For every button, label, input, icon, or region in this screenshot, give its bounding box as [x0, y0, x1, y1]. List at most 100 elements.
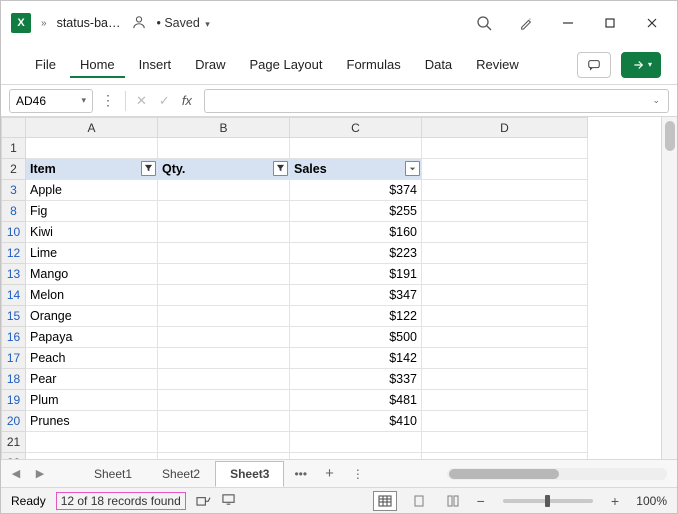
row-header-20[interactable]: 20 [2, 411, 26, 432]
maximize-button[interactable] [589, 8, 631, 38]
page-layout-view-button[interactable] [407, 491, 431, 511]
normal-view-button[interactable] [373, 491, 397, 511]
column-header-B[interactable]: B [158, 118, 290, 138]
vertical-scrollbar[interactable] [661, 117, 677, 459]
cell-C19[interactable]: $481 [290, 390, 422, 411]
ribbon-tab-home[interactable]: Home [70, 51, 125, 78]
row-header-15[interactable]: 15 [2, 306, 26, 327]
tab-nav-prev[interactable]: ◀ [5, 467, 27, 480]
person-icon[interactable] [132, 15, 146, 32]
cell-D17[interactable] [422, 348, 588, 369]
filename[interactable]: status-ba… [57, 16, 121, 30]
cell-B22[interactable] [158, 453, 290, 460]
cell-D16[interactable] [422, 327, 588, 348]
cell-C10[interactable]: $160 [290, 222, 422, 243]
cell-A1[interactable] [26, 138, 158, 159]
row-header-10[interactable]: 10 [2, 222, 26, 243]
zoom-in-button[interactable]: + [609, 493, 621, 509]
cell-D12[interactable] [422, 243, 588, 264]
formula-input[interactable]: ⌄ [204, 89, 669, 113]
cell-C12[interactable]: $223 [290, 243, 422, 264]
row-header-2[interactable]: 2 [2, 159, 26, 180]
share-button[interactable]: ▾ [621, 52, 661, 78]
ribbon-tab-page-layout[interactable]: Page Layout [240, 51, 333, 78]
tabs-menu[interactable]: ⋮ [344, 467, 372, 481]
select-all-corner[interactable] [2, 118, 26, 138]
search-icon[interactable] [463, 8, 505, 38]
comments-button[interactable] [577, 52, 611, 78]
ribbon-tab-draw[interactable]: Draw [185, 51, 235, 78]
cell-A19[interactable]: Plum [26, 390, 158, 411]
cell-A15[interactable]: Orange [26, 306, 158, 327]
cell-C8[interactable]: $255 [290, 201, 422, 222]
row-header-19[interactable]: 19 [2, 390, 26, 411]
row-header-18[interactable]: 18 [2, 369, 26, 390]
cell-A3[interactable]: Apple [26, 180, 158, 201]
cell-A20[interactable]: Prunes [26, 411, 158, 432]
cell-B15[interactable] [158, 306, 290, 327]
cell-A22[interactable] [26, 453, 158, 460]
vertical-scrollbar-thumb[interactable] [665, 121, 675, 151]
cell-D13[interactable] [422, 264, 588, 285]
cell-B14[interactable] [158, 285, 290, 306]
cell-C18[interactable]: $337 [290, 369, 422, 390]
cell-D1[interactable] [422, 138, 588, 159]
fx-label[interactable]: fx [178, 93, 196, 108]
cell-C20[interactable]: $410 [290, 411, 422, 432]
row-header-8[interactable]: 8 [2, 201, 26, 222]
display-settings-icon[interactable] [221, 493, 236, 509]
cell-B18[interactable] [158, 369, 290, 390]
save-status[interactable]: • Saved ▾ [156, 16, 209, 30]
close-button[interactable] [631, 8, 673, 38]
row-header-14[interactable]: 14 [2, 285, 26, 306]
ribbon-tab-data[interactable]: Data [415, 51, 462, 78]
row-header-3[interactable]: 3 [2, 180, 26, 201]
cell-D3[interactable] [422, 180, 588, 201]
cell-D22[interactable] [422, 453, 588, 460]
tabs-more-button[interactable]: ••• [286, 467, 315, 481]
row-header-12[interactable]: 12 [2, 243, 26, 264]
cell-C17[interactable]: $142 [290, 348, 422, 369]
tab-nav-next[interactable]: ▶ [29, 467, 51, 480]
cell-A21[interactable] [26, 432, 158, 453]
row-header-17[interactable]: 17 [2, 348, 26, 369]
horizontal-scrollbar[interactable] [447, 468, 667, 480]
ribbon-tab-insert[interactable]: Insert [129, 51, 182, 78]
cell-C16[interactable]: $500 [290, 327, 422, 348]
ribbon-tab-file[interactable]: File [25, 51, 66, 78]
cell-A8[interactable]: Fig [26, 201, 158, 222]
cell-A13[interactable]: Mango [26, 264, 158, 285]
zoom-percent[interactable]: 100% [631, 494, 667, 508]
cell-B3[interactable] [158, 180, 290, 201]
cell-B17[interactable] [158, 348, 290, 369]
cell-A16[interactable]: Papaya [26, 327, 158, 348]
cell-D18[interactable] [422, 369, 588, 390]
cell-C3[interactable]: $374 [290, 180, 422, 201]
cell-D20[interactable] [422, 411, 588, 432]
cell-C21[interactable] [290, 432, 422, 453]
row-header-13[interactable]: 13 [2, 264, 26, 285]
cell-B12[interactable] [158, 243, 290, 264]
new-sheet-button[interactable]: + [317, 465, 342, 482]
sheet-tab-sheet2[interactable]: Sheet2 [147, 461, 215, 487]
cell-B20[interactable] [158, 411, 290, 432]
column-header-D[interactable]: D [422, 118, 588, 138]
filter-button-sales[interactable] [405, 161, 420, 176]
cell-C22[interactable] [290, 453, 422, 460]
ribbon-tab-review[interactable]: Review [466, 51, 529, 78]
column-header-A[interactable]: A [26, 118, 158, 138]
table-header-qty[interactable]: Qty. [158, 159, 290, 180]
zoom-slider[interactable] [503, 499, 593, 503]
cell-A17[interactable]: Peach [26, 348, 158, 369]
sheet-tab-sheet1[interactable]: Sheet1 [79, 461, 147, 487]
cell-A18[interactable]: Pear [26, 369, 158, 390]
zoom-out-button[interactable]: − [475, 493, 487, 509]
cell-B13[interactable] [158, 264, 290, 285]
cell-C1[interactable] [290, 138, 422, 159]
column-header-C[interactable]: C [290, 118, 422, 138]
page-break-view-button[interactable] [441, 491, 465, 511]
zoom-slider-thumb[interactable] [545, 495, 550, 507]
minimize-button[interactable] [547, 8, 589, 38]
filter-button-item[interactable] [141, 161, 156, 176]
cell-C14[interactable]: $347 [290, 285, 422, 306]
